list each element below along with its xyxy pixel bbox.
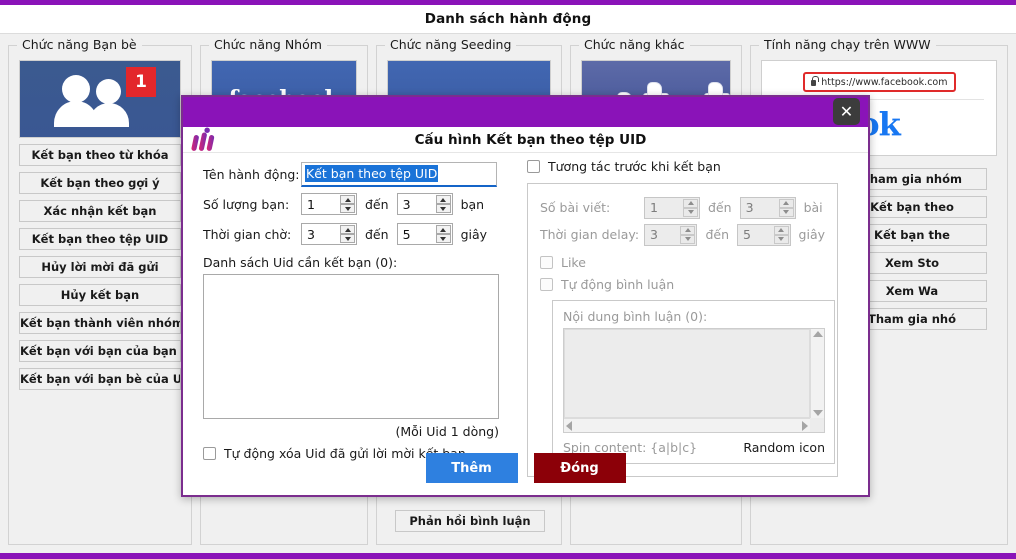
close-button[interactable]: Đóng xyxy=(534,453,626,483)
delay-from-value: 3 xyxy=(650,227,658,242)
panel-seeding-legend: Chức năng Seeding xyxy=(385,37,516,52)
browser-url-text: https://www.facebook.com xyxy=(821,77,947,88)
scroll-right-icon[interactable] xyxy=(802,421,808,431)
delay-label: Thời gian delay: xyxy=(540,227,644,242)
comment-content-panel: Nội dung bình luận (0): xyxy=(552,300,835,464)
uid-list-hint: (Mỗi Uid 1 dòng) xyxy=(203,424,499,439)
uid-list-textarea[interactable] xyxy=(203,274,499,419)
friend-count-unit: bạn xyxy=(461,197,485,212)
delay-to-stepper[interactable]: 5 xyxy=(737,224,790,246)
page-title: Danh sách hành động xyxy=(0,5,1016,33)
scroll-up-icon[interactable] xyxy=(813,331,823,337)
dialog-footer: Thêm Đóng xyxy=(183,453,868,483)
interaction-settings-panel: Số bài viết: 1 đến 3 xyxy=(527,183,838,477)
panel-groups-legend: Chức năng Nhóm xyxy=(209,37,327,52)
button-huy-loi-moi-da-gui[interactable]: Hủy lời mời đã gửi xyxy=(19,256,181,278)
dialog-titlebar xyxy=(183,97,868,127)
dialog-heading-strip: Cấu hình Kết bạn theo tệp UID xyxy=(183,127,868,153)
wait-time-to-value: 5 xyxy=(403,227,411,242)
action-name-label: Tên hành động: xyxy=(203,167,301,182)
friend-count-to-stepper[interactable]: 3 xyxy=(397,193,453,215)
delay-from-stepper[interactable]: 3 xyxy=(644,224,697,246)
close-icon: ✕ xyxy=(840,102,853,121)
stepper-arrows-icon[interactable] xyxy=(774,226,789,244)
scroll-left-icon[interactable] xyxy=(566,421,572,431)
like-checkbox[interactable] xyxy=(540,256,553,269)
lock-icon xyxy=(811,80,817,86)
stepper-arrows-icon[interactable] xyxy=(683,199,698,217)
wait-time-between: đến xyxy=(365,227,389,242)
panel-other-legend: Chức năng khác xyxy=(579,37,690,52)
dialog-close-button[interactable]: ✕ xyxy=(833,98,860,125)
stepper-arrows-icon[interactable] xyxy=(680,226,695,244)
dialog-right-column: Tương tác trước khi kết bạn Số bài viết:… xyxy=(527,153,852,477)
auto-comment-label: Tự động bình luận xyxy=(561,277,674,292)
post-count-unit: bài xyxy=(804,200,823,215)
button-ket-ban-voi-ban-cua-ban-be[interactable]: Kết bạn với bạn của bạn bè xyxy=(19,340,181,362)
wait-time-unit: giây xyxy=(461,227,487,242)
button-phan-hoi-binh-luan[interactable]: Phản hồi bình luận xyxy=(395,510,545,532)
comment-content-value xyxy=(564,329,810,418)
auto-comment-row[interactable]: Tự động bình luận xyxy=(540,277,825,292)
button-huy-ket-ban[interactable]: Hủy kết bạn xyxy=(19,284,181,306)
auto-comment-checkbox[interactable] xyxy=(540,278,553,291)
button-ket-ban-voi-ban-be-cua-uid[interactable]: Kết bạn với bạn bè của UID xyxy=(19,368,181,390)
friend-count-to-value: 3 xyxy=(403,197,411,212)
friend-count-from-value: 1 xyxy=(307,197,315,212)
friends-avatars-image: 1 xyxy=(19,60,181,138)
delay-to-value: 5 xyxy=(743,227,751,242)
comment-horizontal-scrollbar[interactable] xyxy=(564,418,810,432)
wait-time-from-value: 3 xyxy=(307,227,315,242)
stepper-arrows-icon[interactable] xyxy=(340,195,355,213)
friend-count-between: đến xyxy=(365,197,389,212)
panel-friends-legend: Chức năng Bạn bè xyxy=(17,37,142,52)
scroll-down-icon[interactable] xyxy=(813,410,823,416)
button-xac-nhan-ket-ban[interactable]: Xác nhận kết bạn xyxy=(19,200,181,222)
comment-content-label: Nội dung bình luận (0): xyxy=(563,309,824,324)
wait-time-to-stepper[interactable]: 5 xyxy=(397,223,453,245)
delay-between: đến xyxy=(705,227,729,242)
panel-friends: Chức năng Bạn bè 1 Kết bạn theo từ khóa … xyxy=(8,45,192,545)
delay-unit: giây xyxy=(799,227,825,242)
like-label: Like xyxy=(561,255,586,270)
dialog-body: Tên hành động: Kết bạn theo tệp UID Số l… xyxy=(183,153,868,495)
comment-content-textarea[interactable] xyxy=(563,328,825,433)
post-count-from-value: 1 xyxy=(650,200,658,215)
stepper-arrows-icon[interactable] xyxy=(436,195,451,213)
post-count-to-stepper[interactable]: 3 xyxy=(740,197,796,219)
button-ket-ban-theo-tep-uid[interactable]: Kết bạn theo tệp UID xyxy=(19,228,181,250)
dialog-title: Cấu hình Kết bạn theo tệp UID xyxy=(415,132,647,148)
dialog-left-column: Tên hành động: Kết bạn theo tệp UID Số l… xyxy=(203,153,503,461)
config-dialog: Cấu hình Kết bạn theo tệp UID ✕ Tên hành… xyxy=(181,95,870,497)
browser-url-bar[interactable]: https://www.facebook.com xyxy=(803,72,956,92)
friend-count-label: Số lượng bạn: xyxy=(203,197,301,212)
wait-time-label: Thời gian chờ: xyxy=(203,227,301,242)
button-ket-ban-theo-tu-khoa[interactable]: Kết bạn theo từ khóa xyxy=(19,144,181,166)
post-count-to-value: 3 xyxy=(746,200,754,215)
post-count-from-stepper[interactable]: 1 xyxy=(644,197,700,219)
action-name-input[interactable]: Kết bạn theo tệp UID xyxy=(301,162,497,187)
wait-time-from-stepper[interactable]: 3 xyxy=(301,223,357,245)
interact-before-friend-label: Tương tác trước khi kết bạn xyxy=(548,159,721,174)
action-name-value: Kết bạn theo tệp UID xyxy=(305,165,438,182)
panel-www-legend: Tính năng chạy trên WWW xyxy=(759,37,936,52)
uid-list-label: Danh sách Uid cần kết bạn (0): xyxy=(203,255,503,270)
add-button[interactable]: Thêm xyxy=(426,453,518,483)
notification-badge: 1 xyxy=(126,67,156,97)
interact-before-friend-row[interactable]: Tương tác trước khi kết bạn xyxy=(527,159,852,174)
friend-count-from-stepper[interactable]: 1 xyxy=(301,193,357,215)
post-count-label: Số bài viết: xyxy=(540,200,644,215)
comment-vertical-scrollbar[interactable] xyxy=(810,329,824,418)
button-ket-ban-thanh-vien-nhom[interactable]: Kết bạn thành viên nhóm xyxy=(19,312,181,334)
post-count-between: đến xyxy=(708,200,732,215)
app-accent-bottombar xyxy=(0,553,1016,559)
stepper-arrows-icon[interactable] xyxy=(779,199,794,217)
stepper-arrows-icon[interactable] xyxy=(436,225,451,243)
mien-logo-icon xyxy=(191,127,225,153)
app-root: Danh sách hành động Chức năng Bạn bè 1 K… xyxy=(0,0,1016,559)
stepper-arrows-icon[interactable] xyxy=(340,225,355,243)
like-row[interactable]: Like xyxy=(540,255,825,270)
interact-before-friend-checkbox[interactable] xyxy=(527,160,540,173)
button-ket-ban-theo-goi-y[interactable]: Kết bạn theo gợi ý xyxy=(19,172,181,194)
